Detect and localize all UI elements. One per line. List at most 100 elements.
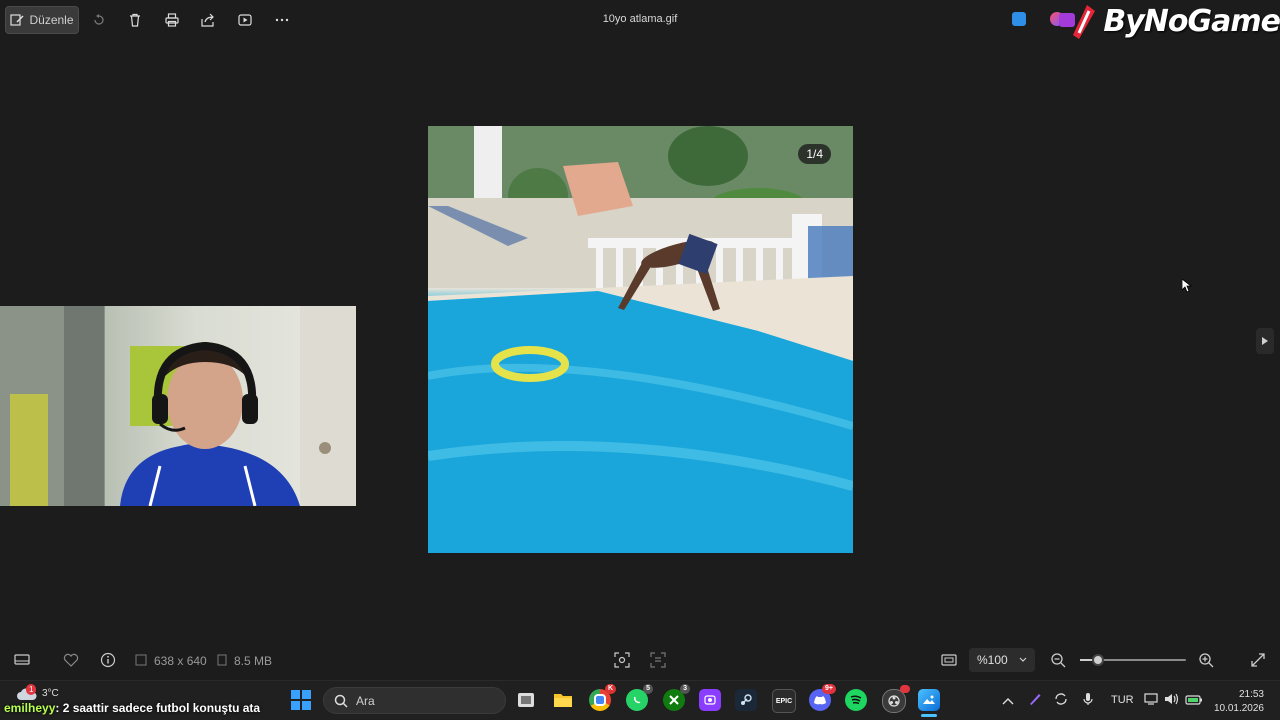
file-explorer-button[interactable] — [552, 689, 574, 711]
expand-icon — [1251, 653, 1265, 667]
steam-icon — [741, 694, 752, 705]
chrome-button[interactable]: K — [589, 684, 616, 711]
file-size: 8.5 MB — [234, 654, 273, 668]
steam-button[interactable] — [735, 689, 757, 711]
whatsapp-button[interactable]: 5 — [626, 684, 653, 711]
mouse-cursor-icon — [1182, 279, 1192, 293]
print-icon — [165, 13, 179, 27]
discord-button[interactable]: 9+ — [809, 684, 836, 711]
spotify-button[interactable] — [845, 689, 867, 711]
start-button[interactable] — [290, 689, 312, 711]
edit-button[interactable]: Düzenle — [5, 6, 79, 34]
network-tray-button[interactable] — [1144, 692, 1158, 711]
app-tray-icon-blue[interactable] — [1012, 12, 1026, 26]
clock-time: 21:53 — [1238, 689, 1264, 700]
camera-app-icon — [704, 695, 716, 705]
fit-to-window-button[interactable] — [941, 652, 957, 673]
pen-icon — [1030, 694, 1041, 705]
rotate-button[interactable] — [85, 6, 113, 34]
more-icon — [275, 18, 289, 22]
whatsapp-icon — [634, 696, 641, 704]
zoom-in-icon — [1199, 653, 1214, 668]
edit-button-label: Düzenle — [29, 13, 74, 27]
chrome-icon — [594, 694, 606, 706]
frame-counter: 1/4 — [798, 144, 831, 164]
filmstrip-icon — [14, 654, 30, 665]
zoom-slider-thumb[interactable] — [1092, 654, 1105, 666]
microphone-tray-button[interactable] — [1082, 692, 1094, 711]
file-size-icon — [217, 654, 227, 666]
fullscreen-button[interactable] — [1250, 652, 1266, 673]
photos-icon — [923, 695, 935, 704]
speaker-icon — [1165, 693, 1179, 705]
edit-icon — [10, 14, 25, 26]
chevron-up-icon — [1002, 698, 1014, 705]
share-button[interactable] — [194, 6, 222, 34]
slideshow-button[interactable] — [231, 6, 259, 34]
task-view-button[interactable] — [515, 689, 537, 711]
gif-image: 1/4 — [428, 126, 853, 553]
scan-icon — [614, 652, 630, 668]
slideshow-icon — [238, 14, 252, 26]
battery-tray-button[interactable] — [1185, 692, 1203, 711]
zoom-out-button[interactable] — [1050, 652, 1066, 673]
zoom-slider[interactable] — [1080, 654, 1186, 666]
network-icon — [1144, 693, 1158, 705]
whatsapp-badge: 5 — [643, 684, 653, 694]
file-title: 10yo atlama.gif — [602, 13, 678, 25]
epic-games-icon: EPIC — [775, 697, 793, 705]
webcam-overlay — [0, 306, 356, 506]
taskbar-search[interactable]: Ara — [323, 687, 506, 714]
photos-active-indicator — [921, 714, 937, 717]
heart-icon — [63, 653, 79, 667]
photos-button[interactable] — [918, 689, 940, 711]
zoom-value: %100 — [977, 653, 1008, 667]
xbox-badge: 3 — [680, 684, 690, 694]
obs-recording-dot — [900, 685, 910, 693]
fit-window-icon — [941, 654, 957, 666]
delete-icon — [130, 13, 140, 27]
delete-button[interactable] — [121, 6, 149, 34]
pen-tray-button[interactable] — [1028, 692, 1042, 711]
filmstrip-button[interactable] — [14, 652, 30, 673]
zoom-in-button[interactable] — [1198, 652, 1214, 673]
obs-button[interactable] — [882, 685, 910, 713]
spotify-icon — [850, 695, 862, 705]
discord-badge: 9+ — [822, 684, 836, 694]
next-image-button[interactable] — [1256, 328, 1274, 354]
epic-games-button[interactable]: EPIC — [772, 689, 796, 713]
windows-logo-icon — [291, 690, 311, 710]
xbox-button[interactable]: 3 — [663, 684, 690, 711]
folder-icon — [554, 694, 572, 707]
image-size-icon — [135, 654, 147, 666]
purple-app-button[interactable] — [699, 689, 721, 711]
language-indicator[interactable]: TUR — [1111, 694, 1134, 706]
chat-text: : 2 saattir sadece futbol konuştu ata — [55, 701, 261, 715]
text-scan-button[interactable] — [650, 652, 666, 673]
chevron-right-icon — [1262, 337, 1268, 345]
clock-date: 10.01.2026 — [1213, 703, 1264, 714]
favorite-button[interactable] — [63, 652, 79, 673]
sync-tray-button[interactable] — [1054, 692, 1068, 711]
file-info-button[interactable] — [100, 652, 116, 673]
zoom-dropdown[interactable]: %100 — [969, 648, 1035, 672]
print-button[interactable] — [158, 6, 186, 34]
zoom-out-icon — [1051, 653, 1066, 668]
battery-icon — [1185, 695, 1202, 705]
top-toolbar: Düzenle 10yo atlama.gif ByNoGame — [0, 0, 1280, 40]
more-options-button[interactable] — [268, 6, 296, 34]
microphone-icon — [1083, 693, 1093, 705]
visual-search-button[interactable] — [614, 652, 630, 673]
weather-temperature: 3°C — [42, 688, 59, 699]
taskbar-clock[interactable]: 21:53 10.01.2026 — [1214, 688, 1264, 716]
ocr-icon — [650, 652, 666, 668]
task-view-icon — [518, 693, 534, 707]
search-icon — [334, 694, 348, 708]
stream-chat-message: emilheyy: 2 saattir sadece futbol konuşt… — [4, 701, 260, 715]
pool-scene — [428, 126, 853, 553]
tray-overflow-button[interactable] — [1002, 693, 1014, 711]
info-icon — [100, 652, 116, 668]
volume-tray-button[interactable] — [1164, 692, 1180, 711]
chevron-down-icon — [1019, 657, 1027, 662]
chrome-badge: K — [604, 684, 616, 694]
